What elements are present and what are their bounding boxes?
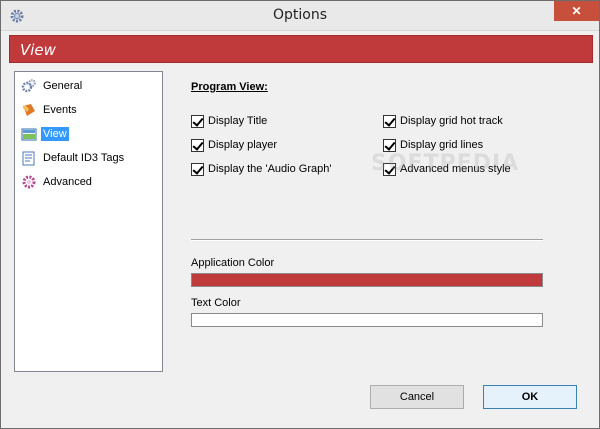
nav-item-label: View [41, 127, 69, 141]
options-nav-list: General Events View Default ID3 Tags Adv… [14, 71, 163, 372]
advanced-icon [21, 174, 37, 190]
checkbox-label: Display player [208, 139, 278, 151]
nav-item-label: Events [43, 104, 77, 116]
checkbox-box[interactable] [191, 138, 204, 152]
checkbox-box[interactable] [383, 138, 396, 152]
nav-item-events[interactable]: Events [21, 100, 79, 120]
checkbox-label: Display the 'Audio Graph' [208, 163, 332, 175]
nav-item-label: General [43, 80, 83, 92]
nav-item-view[interactable]: View [21, 124, 69, 144]
nav-item-advanced[interactable]: Advanced [21, 172, 94, 192]
page-banner: View [9, 35, 593, 63]
cancel-button[interactable]: Cancel [370, 385, 464, 409]
program-view-heading: Program View: [191, 81, 268, 93]
nav-item-label: Advanced [43, 176, 92, 188]
application-color-swatch[interactable] [191, 273, 543, 287]
checkbox-label: Display grid lines [400, 139, 484, 151]
nav-item-default-id3-tags[interactable]: Default ID3 Tags [21, 148, 126, 168]
checkbox-box[interactable] [191, 162, 204, 176]
watermark: SOFTPEDIA [371, 151, 520, 176]
window-title: Options [272, 7, 328, 23]
view-icon [21, 126, 37, 142]
options-window: Options ✕ View General Events View Defau… [0, 0, 600, 429]
tags-icon [21, 150, 37, 166]
ok-button[interactable]: OK [483, 385, 577, 409]
checkbox-label: Display Title [208, 115, 268, 127]
checkbox-label: Display grid hot track [400, 115, 503, 127]
checkbox-box[interactable] [191, 114, 204, 128]
display-player-checkbox[interactable]: Display player [191, 137, 277, 153]
display-grid-hot-track-checkbox[interactable]: Display grid hot track [383, 113, 503, 129]
nav-item-general[interactable]: General [21, 76, 84, 96]
text-color-swatch[interactable] [191, 313, 543, 327]
text-color-label: Text Color [191, 297, 241, 309]
events-icon [21, 102, 37, 118]
close-button[interactable]: ✕ [554, 1, 599, 21]
application-color-label: Application Color [191, 257, 275, 269]
banner-title: View [20, 41, 56, 59]
title-bar: Options ✕ [1, 1, 599, 31]
checkbox-box[interactable] [383, 114, 396, 128]
nav-item-label: Default ID3 Tags [43, 152, 125, 164]
display-audio-graph-checkbox[interactable]: Display the 'Audio Graph' [191, 161, 331, 177]
display-title-checkbox[interactable]: Display Title [191, 113, 267, 129]
gear-icon [21, 78, 37, 94]
section-divider [191, 239, 543, 241]
